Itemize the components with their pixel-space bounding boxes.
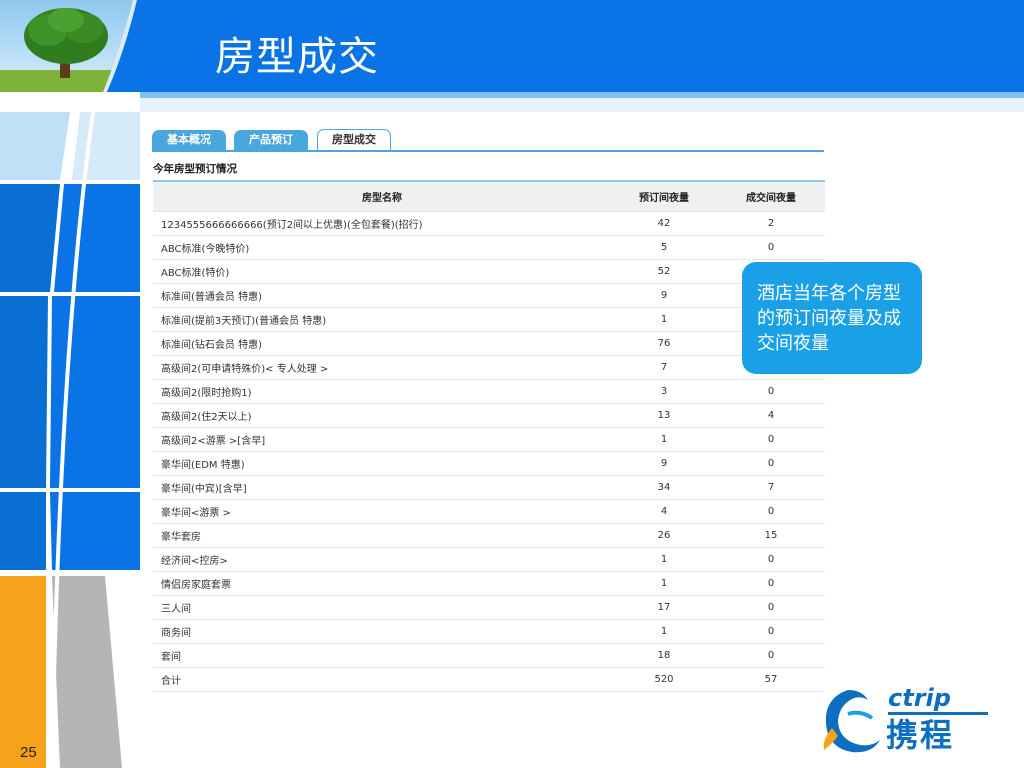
table-header-row: 房型名称 预订间夜量 成交间夜量	[153, 180, 825, 212]
callout-box: 酒店当年各个房型的预订间夜量及成交间夜量	[742, 262, 922, 374]
cell-room-name: 豪华间<游票 >	[153, 499, 611, 524]
header-booked-nights: 预订间夜量	[611, 180, 717, 212]
logo-text-en: ctrip	[888, 684, 951, 712]
cell-room-name: 经济间<控房>	[153, 547, 611, 572]
cell-deal-nights: 2	[717, 211, 825, 236]
cell-room-name: 高级间2(可申请特殊价)< 专人处理 >	[153, 355, 611, 380]
callout-text: 酒店当年各个房型的预订间夜量及成交间夜量	[757, 283, 901, 354]
cell-booked-nights: 1	[611, 547, 717, 572]
cell-booked-nights: 5	[611, 235, 717, 260]
cell-deal-nights: 0	[717, 595, 825, 620]
table-row: 高级间2(限时抢购1) 3 0	[153, 379, 825, 404]
cell-room-name: 1234555666666666(预订2间以上优惠)(全包套餐)(招行)	[153, 211, 611, 236]
header-bar	[0, 0, 1024, 92]
cell-booked-nights: 1	[611, 307, 717, 332]
cell-room-name: 套间	[153, 643, 611, 668]
logo-text-zh: 携程	[886, 716, 955, 754]
cell-booked-nights: 520	[611, 667, 717, 692]
cell-booked-nights: 26	[611, 523, 717, 548]
cell-booked-nights: 9	[611, 283, 717, 308]
tab-room-type-deals[interactable]: 房型成交	[317, 129, 391, 152]
header-room-type: 房型名称	[153, 180, 611, 212]
cell-room-name: 标准间(提前3天预订)(普通会员 特惠)	[153, 307, 611, 332]
table-row: 套间 18 0	[153, 643, 825, 668]
table-row: 豪华套房 26 15	[153, 523, 825, 548]
cell-room-name: 三人间	[153, 595, 611, 620]
table-row: 高级间2(可申请特殊价)< 专人处理 >7	[153, 355, 825, 380]
cell-booked-nights: 3	[611, 379, 717, 404]
cell-booked-nights: 9	[611, 451, 717, 476]
section-title: 今年房型预订情况	[153, 163, 237, 175]
cell-room-name: 豪华间(中宾)[含早]	[153, 475, 611, 500]
table-row: 豪华间(EDM 特惠) 9 0	[153, 451, 825, 476]
cell-booked-nights: 76	[611, 331, 717, 356]
table-row: 标准间(钻石会员 特惠) 76	[153, 331, 825, 356]
slide-title: 房型成交	[215, 34, 379, 80]
table-total-row: 合计 520 57	[153, 667, 825, 692]
cell-room-name: 高级间2(住2天以上)	[153, 403, 611, 428]
cell-room-name: 合计	[153, 667, 611, 692]
table-row: 商务间 1 0	[153, 619, 825, 644]
table-row: 豪华间<游票 >4 0	[153, 499, 825, 524]
cell-booked-nights: 1	[611, 427, 717, 452]
cell-room-name: 商务间	[153, 619, 611, 644]
cell-room-name: ABC标准(特价)	[153, 259, 611, 284]
table-row: 三人间 17 0	[153, 595, 825, 620]
cell-room-name: 高级间2<游票 >[含早]	[153, 427, 611, 452]
cell-room-name: 豪华间(EDM 特惠)	[153, 451, 611, 476]
cell-deal-nights: 4	[717, 403, 825, 428]
table-row: 高级间2(住2天以上) 13 4	[153, 403, 825, 428]
left-decoration	[0, 92, 140, 768]
cell-booked-nights: 7	[611, 355, 717, 380]
cell-deal-nights: 0	[717, 571, 825, 596]
header-curve	[103, 0, 145, 92]
cell-deal-nights: 0	[717, 379, 825, 404]
cell-room-name: ABC标准(今晚特价)	[153, 235, 611, 260]
cell-room-name: 高级间2(限时抢购1)	[153, 379, 611, 404]
header-deal-nights: 成交间夜量	[717, 180, 825, 212]
cell-deal-nights: 0	[717, 427, 825, 452]
cell-deal-nights: 0	[717, 547, 825, 572]
tab-product-booking[interactable]: 产品预订	[234, 130, 308, 150]
cell-deal-nights: 15	[717, 523, 825, 548]
cell-deal-nights: 0	[717, 451, 825, 476]
table-row: 标准间(提前3天预订)(普通会员 特惠) 1	[153, 307, 825, 332]
cell-deal-nights: 0	[717, 643, 825, 668]
table-row: 经济间<控房> 1 0	[153, 547, 825, 572]
cell-booked-nights: 1	[611, 619, 717, 644]
cell-room-name: 标准间(钻石会员 特惠)	[153, 331, 611, 356]
room-type-table: 房型名称 预订间夜量 成交间夜量 1234555666666666(预订2间以上…	[153, 180, 825, 692]
cell-deal-nights: 7	[717, 475, 825, 500]
cell-booked-nights: 13	[611, 403, 717, 428]
tab-basic-overview[interactable]: 基本概况	[152, 130, 226, 150]
table-row: ABC标准(特价) 52	[153, 259, 825, 284]
cell-room-name: 标准间(普通会员 特惠)	[153, 283, 611, 308]
table-row: 1234555666666666(预订2间以上优惠)(全包套餐)(招行) 42 2	[153, 211, 825, 236]
cell-booked-nights: 52	[611, 259, 717, 284]
cell-booked-nights: 1	[611, 571, 717, 596]
tab-underline	[152, 150, 824, 152]
cell-booked-nights: 18	[611, 643, 717, 668]
cell-deal-nights: 57	[717, 667, 825, 692]
table-row: 豪华间(中宾)[含早] 34 7	[153, 475, 825, 500]
cell-booked-nights: 4	[611, 499, 717, 524]
cell-booked-nights: 34	[611, 475, 717, 500]
cell-room-name: 豪华套房	[153, 523, 611, 548]
cell-deal-nights: 0	[717, 499, 825, 524]
cell-deal-nights: 0	[717, 619, 825, 644]
cell-deal-nights: 0	[717, 235, 825, 260]
table-row: 情侣房家庭套票 1 0	[153, 571, 825, 596]
table-row: ABC标准(今晚特价) 5 0	[153, 235, 825, 260]
cell-booked-nights: 17	[611, 595, 717, 620]
cell-booked-nights: 42	[611, 211, 717, 236]
table-row: 高级间2<游票 >[含早] 1 0	[153, 427, 825, 452]
table-row: 标准间(普通会员 特惠) 9	[153, 283, 825, 308]
header-stripe-light	[0, 98, 1024, 112]
page-number: 25	[20, 744, 37, 761]
cell-room-name: 情侣房家庭套票	[153, 571, 611, 596]
